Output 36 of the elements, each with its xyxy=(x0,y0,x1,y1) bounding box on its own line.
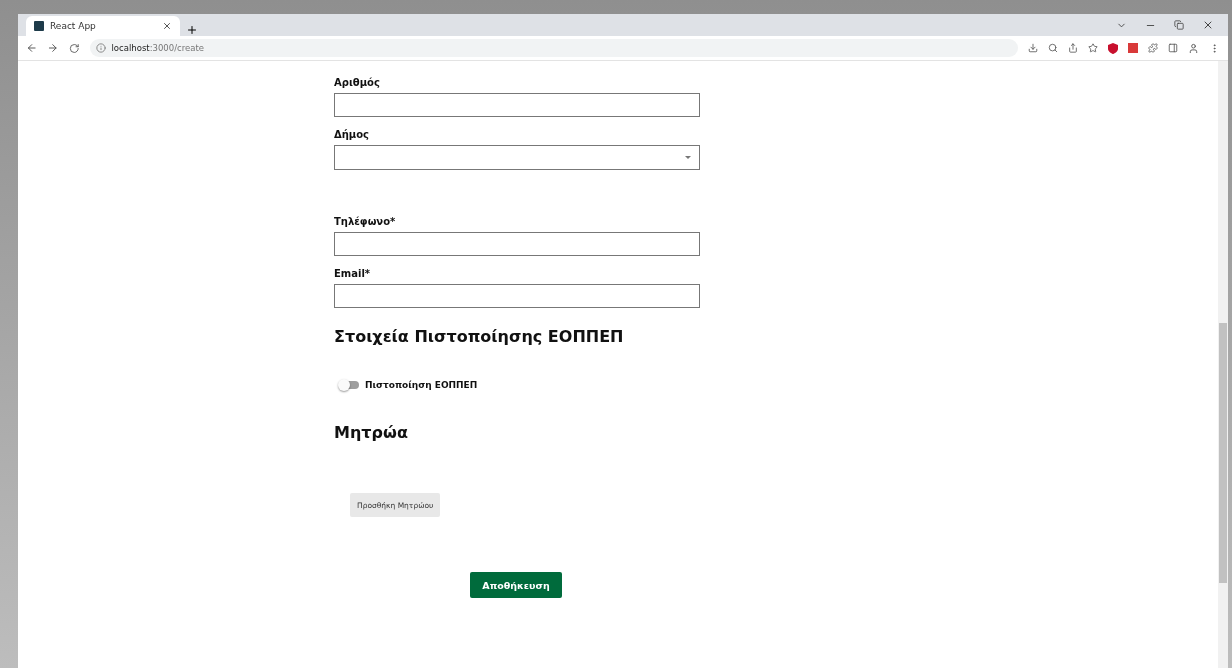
section-heading: Στοιχεία Πιστοποίησης ΕΟΠΠΕΠ xyxy=(334,327,625,346)
caret-icon xyxy=(685,156,691,159)
info-icon xyxy=(95,43,106,53)
reload-icon[interactable] xyxy=(68,42,80,54)
download-icon[interactable] xyxy=(1028,43,1038,53)
restore-icon[interactable] xyxy=(1174,20,1184,30)
plus-icon[interactable] xyxy=(186,24,198,36)
url-text: localhost:3000/create xyxy=(111,43,204,53)
field-label: Email* xyxy=(334,268,372,279)
scrollbar[interactable] xyxy=(1218,61,1228,668)
address-bar[interactable]: localhost:3000/create xyxy=(89,39,1018,57)
input-field[interactable] xyxy=(334,93,700,117)
favicon-icon xyxy=(34,21,44,31)
share-icon[interactable] xyxy=(1068,43,1078,53)
dropdown-field[interactable] xyxy=(334,145,700,170)
back-icon[interactable] xyxy=(26,42,38,54)
field-label: Δήμος xyxy=(334,129,370,140)
toggle-label: Πιστοποίηση ΕΟΠΠΕΠ xyxy=(365,380,478,390)
zoom-icon[interactable] xyxy=(1048,43,1058,53)
field-label: Τηλέφωνο* xyxy=(334,216,397,227)
shield-icon[interactable] xyxy=(1108,42,1118,54)
close-icon[interactable] xyxy=(162,21,172,31)
star-icon[interactable] xyxy=(1088,43,1098,53)
toggle-switch[interactable] xyxy=(339,381,359,389)
profile-icon[interactable] xyxy=(1188,42,1199,54)
forward-icon[interactable] xyxy=(47,42,59,54)
close-icon[interactable] xyxy=(1202,19,1214,31)
input-field[interactable] xyxy=(334,284,700,308)
save-button[interactable]: Αποθήκευση xyxy=(470,572,562,598)
field-label: Αριθμός xyxy=(334,77,381,88)
puzzle-icon[interactable] xyxy=(1148,43,1158,53)
section-heading: Μητρώα xyxy=(334,423,409,442)
tab-title: React App xyxy=(50,21,97,31)
input-field[interactable] xyxy=(334,232,700,256)
browser-tab[interactable]: React App xyxy=(26,16,180,36)
side-panel-icon[interactable] xyxy=(1168,43,1178,53)
